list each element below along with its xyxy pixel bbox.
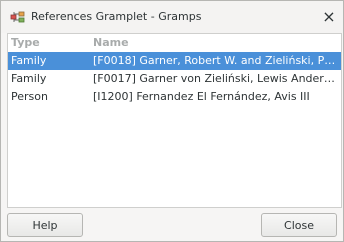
gramps-tree-icon [10,9,26,25]
table-row[interactable]: Family [F0018] Garner, Robert W. and Zie… [8,52,341,70]
table-row[interactable]: Person [I1200] Fernandez El Fernández, A… [8,88,341,106]
row-name: [I1200] Fernandez El Fernández, Avis III [93,90,310,103]
close-icon[interactable]: × [319,6,339,28]
row-name: [F0018] Garner, Robert W. and Zieliński,… [93,54,339,67]
help-button[interactable]: Help [7,213,83,237]
row-type: Family [11,54,47,67]
close-button[interactable]: Close [261,213,337,237]
button-bar: Help Close [1,207,343,241]
row-type: Person [11,90,48,103]
row-name: [F0017] Garner von Zieliński, Lewis Ande… [93,72,339,85]
references-gramplet-window: References Gramplet - Gramps × Type Name… [0,0,344,242]
column-header-name[interactable]: Name [93,36,129,49]
title-bar[interactable]: References Gramplet - Gramps × [1,1,343,33]
table-row[interactable]: Family [F0017] Garner von Zieliński, Lew… [8,70,341,88]
row-type: Family [11,72,47,85]
column-header-type[interactable]: Type [11,36,40,49]
references-list[interactable]: Type Name Family [F0018] Garner, Robert … [7,33,342,208]
list-header: Type Name [8,34,341,52]
window-title: References Gramplet - Gramps [31,10,202,23]
